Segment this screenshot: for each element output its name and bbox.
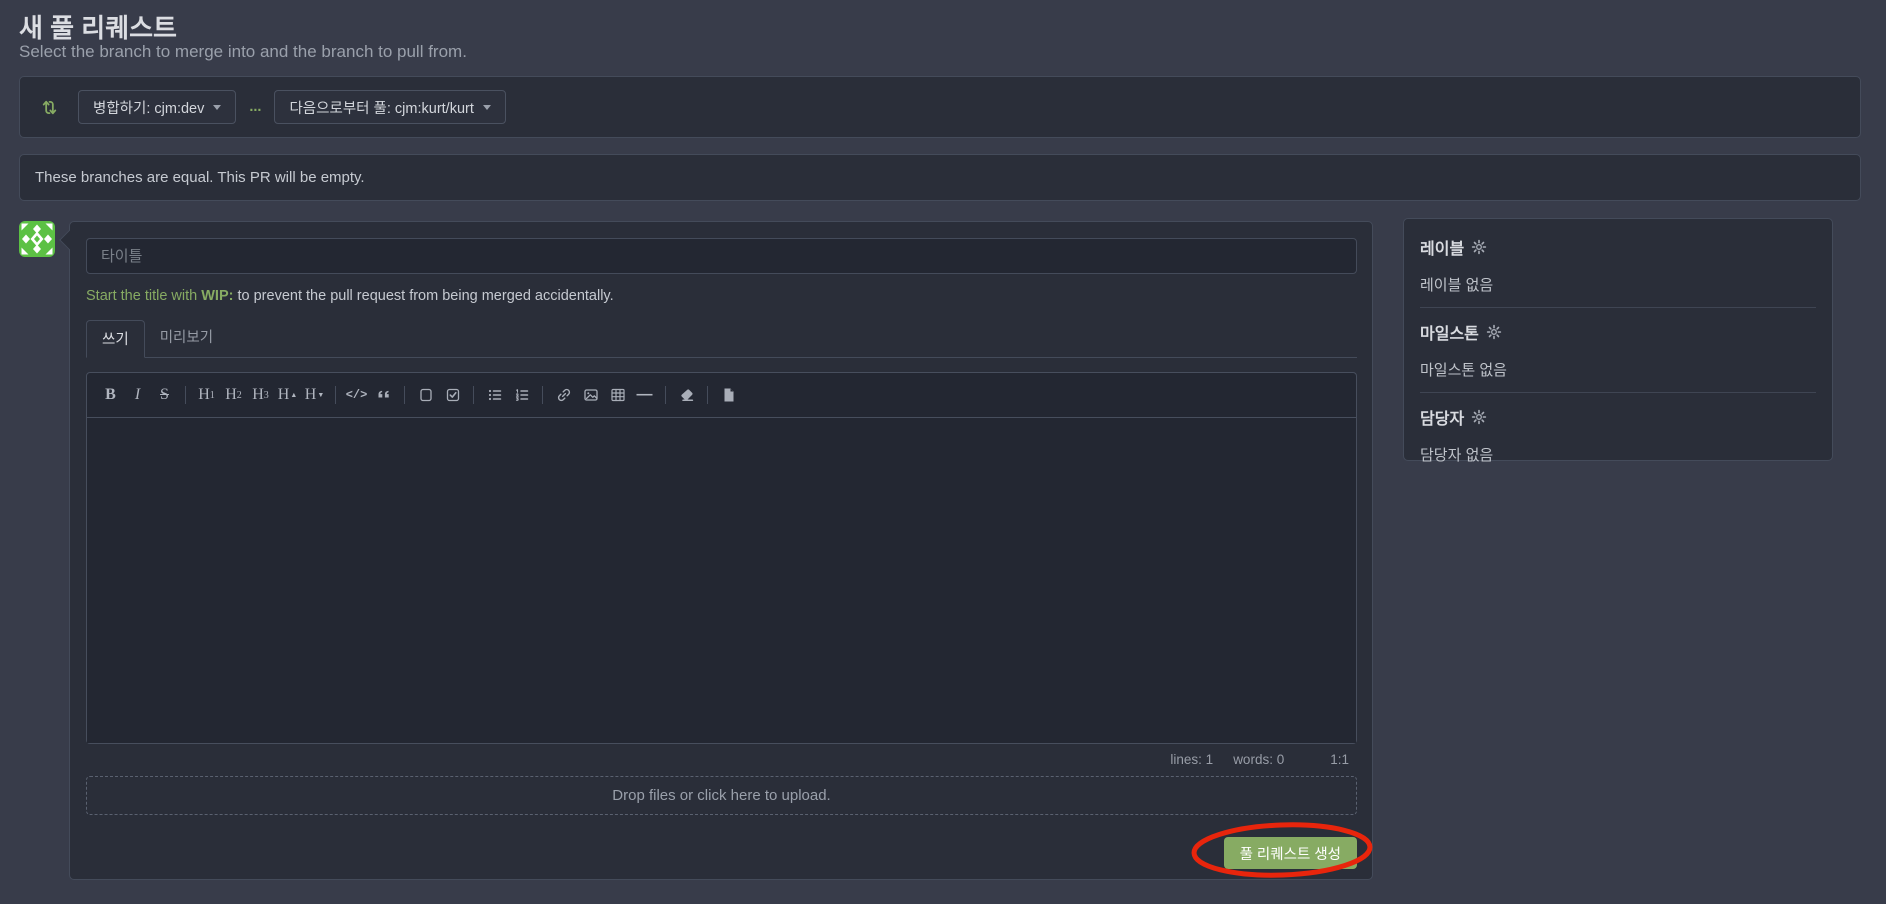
page-title: 새 풀 리퀘스트	[19, 8, 177, 45]
toolbar-divider	[707, 386, 708, 404]
ordered-list-icon[interactable]	[508, 380, 535, 410]
pr-description-textarea[interactable]	[87, 417, 1356, 743]
milestone-empty-text: 마일스톤 없음	[1420, 359, 1816, 380]
horizontal-rule-icon[interactable]: —	[631, 380, 658, 410]
heading-2-icon[interactable]: H2	[220, 380, 247, 410]
dropdown-caret-icon	[483, 105, 491, 110]
code-icon[interactable]: </>	[343, 380, 370, 410]
page-subtitle: Select the branch to merge into and the …	[19, 42, 467, 62]
toolbar-divider	[542, 386, 543, 404]
bold-icon[interactable]: B	[97, 380, 124, 410]
tab-write[interactable]: 쓰기	[86, 320, 145, 358]
heading-3-icon[interactable]: H3	[247, 380, 274, 410]
editor-tabbar: 쓰기 미리보기	[86, 319, 1357, 358]
lines-count: lines: 1	[1170, 752, 1213, 767]
merge-into-label: 병합하기: cjm:dev	[93, 97, 204, 118]
wip-hint-rest: to prevent the pull request from being m…	[233, 288, 613, 304]
create-pull-request-button[interactable]: 풀 리퀘스트 생성	[1224, 837, 1357, 869]
pull-from-label: 다음으로부터 풀: cjm:kurt/kurt	[289, 97, 473, 118]
unordered-list-icon[interactable]	[481, 380, 508, 410]
words-count: words: 0	[1233, 752, 1284, 767]
heading-increase-icon[interactable]: H▲	[274, 380, 301, 410]
sidebar-divider	[1420, 307, 1816, 308]
dropdown-caret-icon	[213, 105, 221, 110]
new-file-icon[interactable]	[715, 380, 742, 410]
strikethrough-icon[interactable]: S	[151, 380, 178, 410]
wip-hint: Start the title with WIP: to prevent the…	[86, 286, 1356, 306]
editor-statusbar: lines: 1 words: 0 1:1	[86, 744, 1357, 774]
editor-toolbar: B I S H1 H2 H3 H▲ H▼ </>	[87, 373, 1356, 417]
assignees-gear-icon[interactable]	[1471, 409, 1487, 425]
form-footer: 풀 리퀘스트 생성	[86, 837, 1357, 869]
checkbox-checked-icon[interactable]	[439, 380, 466, 410]
pr-title-input[interactable]	[86, 238, 1357, 274]
link-icon[interactable]	[550, 380, 577, 410]
branch-separator: ...	[249, 99, 261, 115]
toolbar-divider	[335, 386, 336, 404]
image-icon[interactable]	[577, 380, 604, 410]
checkbox-empty-icon[interactable]	[412, 380, 439, 410]
assignees-empty-text: 담당자 없음	[1420, 444, 1816, 465]
heading-decrease-icon[interactable]: H▼	[301, 380, 328, 410]
user-avatar	[19, 221, 55, 257]
new-pull-request-page: 새 풀 리퀘스트 Select the branch to merge into…	[0, 0, 1886, 904]
labels-section-title: 레이블	[1420, 235, 1816, 259]
toolbar-divider	[404, 386, 405, 404]
assignees-title-text: 담당자	[1420, 405, 1464, 429]
wip-keyword: WIP:	[201, 288, 233, 304]
quote-icon[interactable]	[370, 380, 397, 410]
italic-icon[interactable]: I	[124, 380, 151, 410]
milestone-gear-icon[interactable]	[1486, 324, 1502, 340]
labels-gear-icon[interactable]	[1471, 239, 1487, 255]
heading-1-icon[interactable]: H1	[193, 380, 220, 410]
dropzone-text: Drop files or click here to upload.	[612, 787, 830, 804]
sidebar-divider	[1420, 392, 1816, 393]
milestone-section-title: 마일스톤	[1420, 320, 1816, 344]
comment-pointer	[59, 230, 79, 250]
merge-into-branch-dropdown[interactable]: 병합하기: cjm:dev	[78, 90, 236, 124]
git-compare-icon	[40, 98, 59, 117]
tab-preview[interactable]: 미리보기	[145, 319, 228, 357]
pull-request-form: Start the title with WIP: to prevent the…	[69, 221, 1373, 880]
file-dropzone[interactable]: Drop files or click here to upload.	[86, 776, 1357, 815]
pull-from-branch-dropdown[interactable]: 다음으로부터 풀: cjm:kurt/kurt	[274, 90, 505, 124]
clear-formatting-icon[interactable]	[673, 380, 700, 410]
cursor-position: 1:1	[1330, 752, 1349, 767]
toolbar-divider	[473, 386, 474, 404]
wip-hint-prefix: Start the title with	[86, 288, 201, 304]
assignees-section-title: 담당자	[1420, 405, 1816, 429]
labels-title-text: 레이블	[1420, 235, 1464, 259]
table-icon[interactable]	[604, 380, 631, 410]
milestone-title-text: 마일스톤	[1420, 320, 1479, 344]
notice-text: These branches are equal. This PR will b…	[35, 169, 365, 186]
toolbar-divider	[185, 386, 186, 404]
markdown-editor: B I S H1 H2 H3 H▲ H▼ </>	[86, 372, 1357, 744]
toolbar-divider	[665, 386, 666, 404]
branches-equal-notice: These branches are equal. This PR will b…	[19, 154, 1861, 201]
branch-selection-bar: 병합하기: cjm:dev ... 다음으로부터 풀: cjm:kurt/kur…	[19, 76, 1861, 138]
pr-sidebar: 레이블 레이블 없음 마일스톤 마	[1403, 218, 1833, 461]
labels-empty-text: 레이블 없음	[1420, 274, 1816, 295]
